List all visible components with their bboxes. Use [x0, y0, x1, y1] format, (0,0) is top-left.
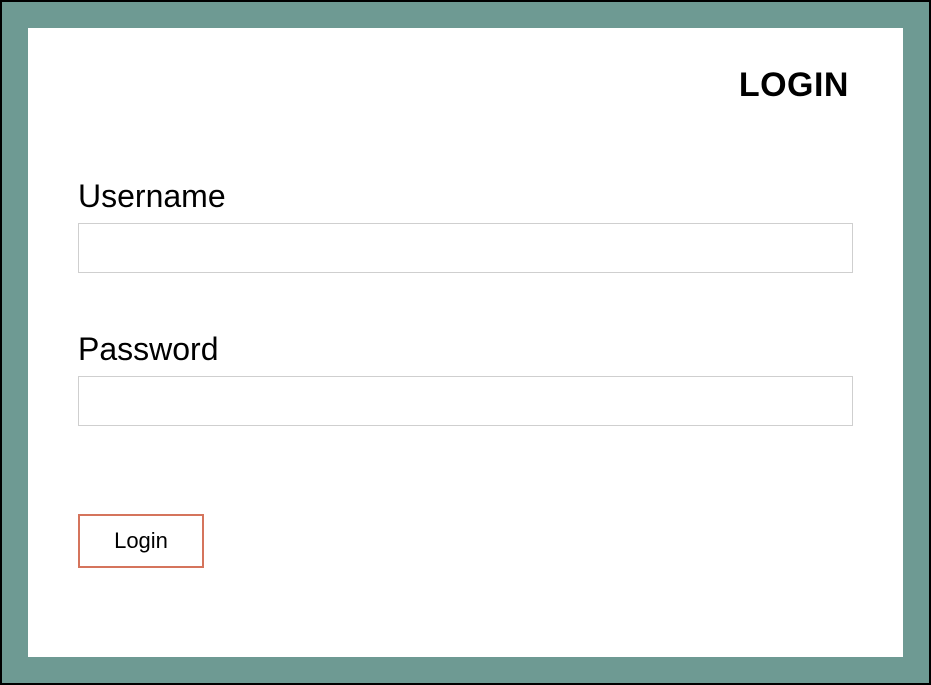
login-form: Username Password Login — [78, 68, 853, 568]
page-title: LOGIN — [739, 66, 849, 105]
password-label: Password — [78, 331, 853, 368]
username-input[interactable] — [78, 223, 853, 273]
password-field-group: Password — [78, 331, 853, 426]
login-panel: LOGIN Username Password Login — [28, 28, 903, 657]
window-frame: LOGIN Username Password Login — [0, 0, 931, 685]
password-input[interactable] — [78, 376, 853, 426]
login-button[interactable]: Login — [78, 514, 204, 568]
username-field-group: Username — [78, 178, 853, 273]
username-label: Username — [78, 178, 853, 215]
